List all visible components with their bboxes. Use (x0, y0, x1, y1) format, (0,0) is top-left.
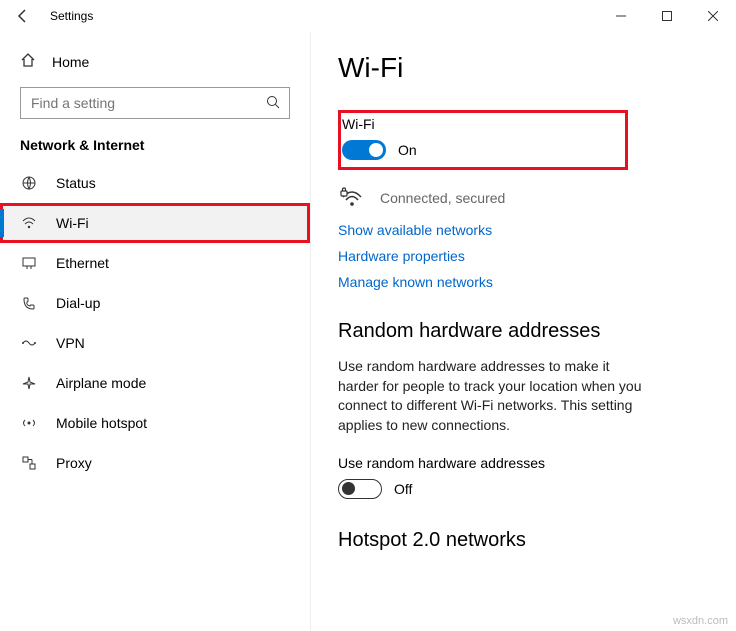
search-input[interactable] (20, 87, 290, 119)
dialup-icon (20, 295, 38, 311)
random-toggle-state: Off (394, 481, 412, 497)
nav-item-vpn[interactable]: VPN (0, 323, 310, 363)
page-title: Wi-Fi (338, 52, 708, 84)
random-toggle-label: Use random hardware addresses (338, 455, 708, 471)
titlebar: Settings (0, 0, 736, 32)
ethernet-icon (20, 255, 38, 271)
nav-label: VPN (56, 335, 85, 351)
home-label: Home (52, 54, 89, 70)
home-icon (20, 52, 36, 71)
nav-item-wifi[interactable]: Wi-Fi (0, 203, 310, 243)
wifi-toggle-state: On (398, 142, 417, 158)
search-icon (266, 95, 280, 112)
status-icon (20, 175, 38, 191)
link-hardware-properties[interactable]: Hardware properties (338, 248, 708, 264)
nav-label: Proxy (56, 455, 92, 471)
arrow-left-icon (15, 8, 31, 24)
connection-status: Connected, secured (380, 190, 505, 206)
nav-item-airplane[interactable]: Airplane mode (0, 363, 310, 403)
search-wrap (20, 87, 290, 119)
link-available-networks[interactable]: Show available networks (338, 222, 708, 238)
close-button[interactable] (690, 0, 736, 32)
sidebar: Home Network & Internet Status Wi-Fi Eth… (0, 32, 310, 631)
proxy-icon (20, 455, 38, 471)
nav-label: Airplane mode (56, 375, 146, 391)
section-header: Network & Internet (0, 129, 310, 163)
wifi-toggle-block: Wi-Fi On (338, 110, 628, 170)
nav-item-dialup[interactable]: Dial-up (0, 283, 310, 323)
minimize-icon (616, 11, 626, 21)
nav-item-proxy[interactable]: Proxy (0, 443, 310, 483)
nav-label: Dial-up (56, 295, 100, 311)
connection-row: Connected, secured (338, 184, 708, 212)
random-addresses-desc: Use random hardware addresses to make it… (338, 357, 648, 435)
nav-label: Status (56, 175, 96, 191)
window-controls (598, 0, 736, 32)
link-known-networks[interactable]: Manage known networks (338, 274, 708, 290)
close-icon (708, 11, 718, 21)
hotspot-icon (20, 415, 38, 431)
random-addresses-title: Random hardware addresses (338, 320, 708, 343)
window-title: Settings (46, 9, 598, 23)
nav-list: Status Wi-Fi Ethernet Dial-up VPN Airpla… (0, 163, 310, 483)
maximize-icon (662, 11, 672, 21)
wifi-toggle[interactable] (342, 140, 386, 160)
nav-item-ethernet[interactable]: Ethernet (0, 243, 310, 283)
airplane-icon (20, 375, 38, 391)
wifi-toggle-row: On (342, 140, 618, 160)
random-toggle-row: Off (338, 479, 708, 499)
wifi-icon (20, 215, 38, 231)
main-panel: Wi-Fi Wi-Fi On Connected, secured Show a… (310, 32, 736, 631)
maximize-button[interactable] (644, 0, 690, 32)
random-toggle[interactable] (338, 479, 382, 499)
minimize-button[interactable] (598, 0, 644, 32)
watermark: wsxdn.com (673, 615, 728, 627)
vpn-icon (20, 335, 38, 351)
hotspot-title: Hotspot 2.0 networks (338, 529, 708, 552)
nav-item-status[interactable]: Status (0, 163, 310, 203)
back-button[interactable] (0, 0, 46, 32)
wifi-secured-icon (338, 184, 366, 212)
wifi-toggle-label: Wi-Fi (342, 116, 618, 132)
home-nav[interactable]: Home (0, 42, 310, 81)
nav-label: Ethernet (56, 255, 109, 271)
nav-label: Wi-Fi (56, 215, 89, 231)
nav-item-hotspot[interactable]: Mobile hotspot (0, 403, 310, 443)
nav-label: Mobile hotspot (56, 415, 147, 431)
